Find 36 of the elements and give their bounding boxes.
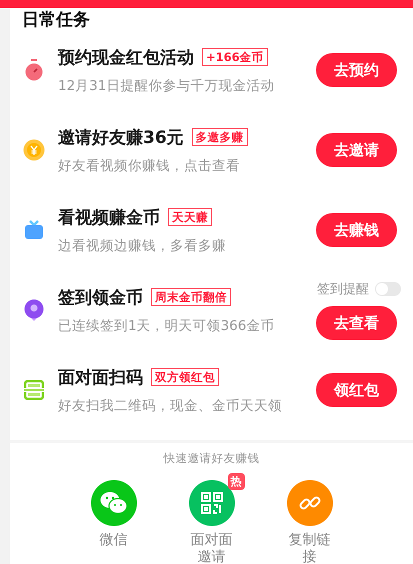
share-button[interactable] [90, 480, 136, 526]
task-button[interactable]: 去查看 [316, 306, 397, 340]
task-description: 好友扫我二维码，现金、金币天天领 [58, 396, 283, 414]
scan-icon [24, 380, 44, 400]
hot-badge: 热 [228, 473, 244, 490]
task-button[interactable]: 去邀请 [316, 133, 397, 167]
task-title: 面对面扫码 [58, 366, 143, 388]
chat-bubbles-icon [100, 491, 128, 515]
share-title: 快速邀请好友赚钱 [164, 451, 260, 466]
task-button[interactable]: 去赚钱 [316, 213, 397, 247]
task-title: 邀请好友赚36元 [58, 126, 184, 148]
qr-code-icon [200, 491, 224, 515]
share-label: 面对面邀请 [190, 532, 234, 564]
task-tag: +166金币 [202, 48, 268, 66]
task-button[interactable]: 去预约 [316, 53, 397, 87]
reminder-label: 签到提醒 [317, 281, 369, 298]
task-description: 已连续签到1天，明天可领366金币 [58, 316, 276, 334]
share-label: 复制链接 [288, 532, 332, 564]
share-label: 微信 [98, 532, 128, 549]
coin-icon [23, 139, 45, 161]
task-tag: 双方领红包 [151, 368, 219, 386]
task-title: 看视频赚金币 [58, 206, 160, 228]
task-title: 预约现金红包活动 [58, 46, 194, 68]
stopwatch-icon [24, 59, 44, 81]
task-tag: 天天赚 [168, 208, 212, 226]
task-description: 边看视频边赚钱，多看多赚 [58, 236, 227, 254]
task-description: 好友看视频你赚钱，点击查看 [58, 156, 241, 174]
task-description: 12月31日提醒你参与千万现金活动 [58, 76, 276, 94]
task-tag: 多邀多赚 [192, 128, 248, 146]
share-button[interactable] [286, 480, 332, 526]
tv-icon [24, 220, 44, 240]
task-tag: 周末金币翻倍 [151, 288, 231, 306]
task-title: 签到领金币 [58, 286, 143, 308]
section-title: 日常任务 [22, 10, 90, 30]
location-pin-icon [24, 299, 44, 321]
task-button[interactable]: 领红包 [316, 373, 397, 407]
